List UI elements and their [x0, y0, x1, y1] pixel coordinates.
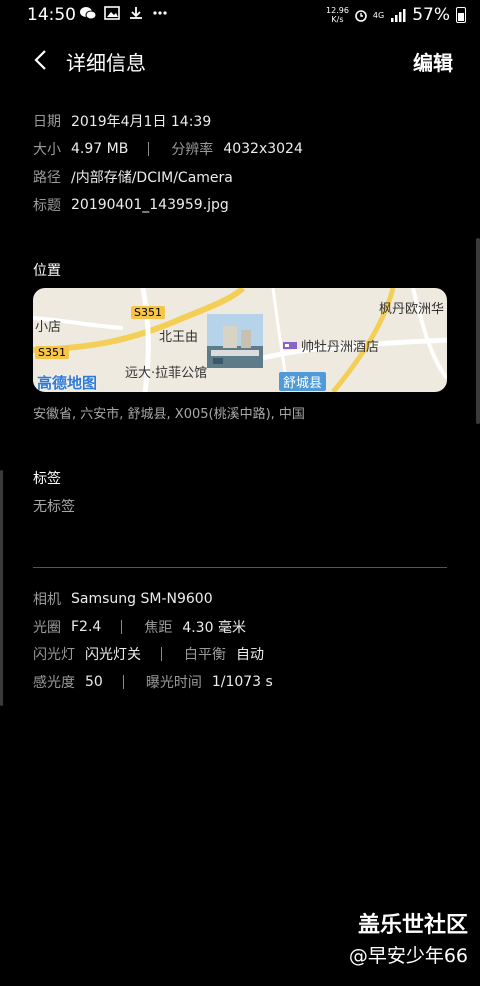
battery-icon	[456, 7, 466, 23]
flash-value: 闪光灯关	[85, 647, 141, 663]
download-icon	[130, 7, 142, 19]
watermark-user: @早安少年66	[348, 945, 468, 967]
map-label-county: 舒城县	[279, 372, 327, 391]
date-value: 2019年4月1日 14:39	[71, 114, 212, 130]
network-type: 4G	[372, 10, 385, 20]
path-value: /内部存储/DCIM/Camera	[71, 170, 233, 186]
status-right: 12.96 K/s 4G 57%	[326, 5, 466, 25]
camera-row: 相机 Samsung SM-N9600	[33, 589, 213, 609]
focal-value: 4.30 毫米	[182, 620, 246, 636]
title-label: 标题	[33, 198, 61, 214]
aperture-value: F2.4	[71, 619, 102, 635]
resolution-value: 4032x3024	[223, 141, 303, 157]
title-row: 标题 20190401_143959.jpg	[33, 195, 229, 215]
status-time: 14:50	[27, 5, 76, 25]
road-tag-left: S351	[35, 346, 69, 359]
back-button[interactable]	[25, 44, 55, 76]
battery-percent: 57%	[412, 5, 450, 25]
net-speed-unit: K/s	[331, 15, 344, 24]
focal-label: 焦距	[144, 620, 173, 636]
gallery-icon	[104, 6, 120, 20]
title-value: 20190401_143959.jpg	[71, 197, 229, 213]
section-divider	[33, 567, 447, 568]
exposure-value: 1/1073 s	[211, 674, 273, 690]
tags-value-row: 无标签	[33, 496, 75, 516]
tags-value: 无标签	[33, 499, 75, 515]
location-title: 位置	[33, 263, 61, 279]
photo-thumbnail	[207, 314, 263, 368]
iso-value: 50	[85, 674, 103, 690]
date-row: 日期 2019年4月1日 14:39	[33, 111, 211, 131]
chevron-left-icon	[34, 50, 46, 70]
more-notifications-icon	[153, 11, 167, 15]
size-label: 大小	[33, 142, 61, 158]
edit-button[interactable]: 编辑	[413, 47, 453, 76]
divider-bar	[122, 675, 124, 689]
page-title: 详细信息	[66, 51, 146, 75]
gaode-logo: 高德地图	[37, 374, 98, 392]
wechat-icon	[80, 7, 96, 20]
map-label-middle: 北王由	[159, 330, 199, 345]
wb-label: 白平衡	[184, 647, 226, 663]
notification-icons	[80, 6, 168, 20]
resolution-label: 分辨率	[171, 142, 214, 158]
map-label-hotel: 帅牡丹洲酒店	[301, 340, 380, 355]
date-label: 日期	[33, 114, 61, 130]
map-label-bottom: 远大·拉菲公馆	[125, 366, 208, 381]
wb-value: 自动	[236, 647, 264, 663]
flash-row: 闪光灯 闪光灯关 白平衡 自动	[33, 644, 264, 664]
hotel-icon	[283, 342, 297, 349]
aperture-row: 光圈 F2.4 焦距 4.30 毫米	[33, 617, 246, 637]
size-row: 大小 4.97 MB 分辨率 4032x3024	[33, 139, 303, 159]
camera-label: 相机	[33, 592, 61, 608]
aperture-label: 光圈	[33, 620, 61, 636]
road-tag-top: S351	[131, 306, 165, 319]
iso-row: 感光度 50 曝光时间 1/1073 s	[33, 672, 273, 692]
flash-label: 闪光灯	[33, 647, 75, 663]
path-row: 路径 /内部存储/DCIM/Camera	[33, 167, 233, 187]
watermark-title: 盖乐世社区	[357, 913, 468, 938]
divider-bar	[161, 647, 162, 661]
camera-value: Samsung SM-N9600	[71, 591, 213, 607]
alarm-icon	[355, 10, 367, 22]
map-label-top-left: 小店	[35, 320, 62, 335]
location-map[interactable]: 枫丹欧洲华 小店 S351 北王由 S351 帅牡丹洲酒店 远大·拉菲公馆 高德…	[33, 288, 447, 392]
scroll-indicator-left	[0, 470, 3, 706]
iso-label: 感光度	[33, 675, 75, 691]
divider-bar	[121, 620, 123, 634]
signal-icon	[391, 9, 406, 22]
scroll-indicator-right[interactable]	[476, 238, 480, 424]
size-value: 4.97 MB	[71, 141, 129, 157]
status-bar: 14:50 12.96 K/s 4G 57%	[0, 0, 480, 30]
path-label: 路径	[33, 170, 61, 186]
net-speed: 12.96 K/s	[326, 6, 349, 24]
app-bar: 详细信息 编辑	[0, 30, 480, 90]
tags-title: 标签	[33, 471, 61, 487]
divider-bar	[148, 142, 150, 156]
net-speed-value: 12.96	[326, 6, 349, 15]
exposure-label: 曝光时间	[145, 675, 202, 691]
location-address: 安徽省, 六安市, 舒城县, X005(桃溪中路), 中国	[33, 407, 305, 422]
map-label-top-right: 枫丹欧洲华	[379, 302, 445, 317]
